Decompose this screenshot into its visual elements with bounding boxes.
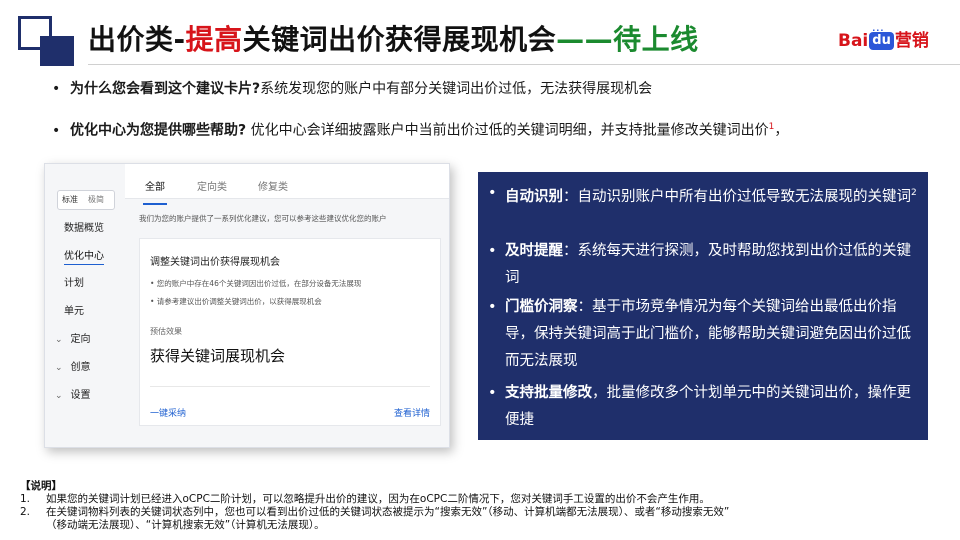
- footnotes: 【说明】 1. 如果您的关键词计划已经进入oCPC二阶计划，可以忽略提升出价的建议…: [20, 480, 729, 532]
- square-filled-icon: [40, 36, 74, 66]
- bullet-answer: 优化中心会详细披露账户中当前出价过低的关键词明细，并支持批量修改关键词出价: [250, 122, 769, 139]
- bullet-dot-icon: •: [488, 299, 497, 315]
- note-text: （移动端无法展现）、“计算机搜索无效”（计算机无法展现）。: [46, 519, 325, 531]
- logo-du-badge: ··· du: [869, 26, 894, 50]
- footnote-ref: 2: [911, 188, 917, 198]
- card-title: 调整关键词出价获得展现机会: [150, 257, 280, 268]
- intro-bullet-help: • 优化中心为您提供哪些帮助? 优化中心会详细披露账户中当前出价过低的关键词明细，…: [52, 117, 788, 141]
- sidebar-item-overview[interactable]: 数据概览: [64, 219, 104, 234]
- card-estimate-value: 获得关键词展现机会: [150, 347, 286, 365]
- chevron-down-icon: ⌄: [55, 363, 63, 373]
- suggestion-card: 调整关键词出价获得展现机会 • 您的账户中存在46个关键词因出价过低，在部分设备…: [139, 238, 441, 426]
- feature-keyword: 支持批量修改: [505, 385, 592, 401]
- card-detail-line: • 您的账户中存在46个关键词因出价过低，在部分设备无法展现: [150, 279, 362, 288]
- decorative-squares-icon: [18, 16, 76, 66]
- sidebar-sub-label: 设置: [70, 390, 91, 401]
- sidebar-item-targeting[interactable]: ⌄ 定向: [55, 330, 91, 345]
- sidebar-item-settings[interactable]: ⌄ 设置: [55, 386, 91, 401]
- feature-threshold-insight: • 门槛价洞察：基于市场竞争情况为每个关键词给出最低出价指导，保持关键词高于此门…: [488, 294, 918, 375]
- title-part-category: 出价类-: [88, 23, 186, 56]
- notes-heading: 【说明】: [20, 480, 62, 492]
- main-area: 全部 定向类 修复类 我们为您的账户提供了一系列优化建议，您可以参考这些建议优化…: [125, 164, 449, 447]
- logo-text-ying: 营销: [894, 31, 929, 51]
- tab-bar: 全部 定向类 修复类: [125, 164, 449, 205]
- mode-toggle[interactable]: 标准 极简: [57, 190, 115, 210]
- adopt-all-link[interactable]: 一键采纳: [150, 406, 186, 419]
- card-detail-line: • 请参考建议出价调整关键词出价，以获得展现机会: [150, 297, 322, 306]
- feature-separator: ，: [592, 385, 607, 401]
- feature-auto-identify: • 自动识别：自动识别账户中所有出价过低导致无法展现的关键词2: [488, 180, 918, 211]
- note-item: （移动端无法展现）、“计算机搜索无效”（计算机无法展现）。: [20, 519, 729, 532]
- feature-keyword: 及时提醒: [505, 243, 563, 259]
- tab-targeting[interactable]: 定向类: [197, 178, 227, 193]
- feature-separator: ：: [577, 299, 593, 315]
- sidebar: 标准 极简 数据概览 优化中心 计划 单元 ⌄ 定向 ⌄ 创意 ⌄ 设置: [45, 164, 125, 447]
- title-part-status: ——待上线: [556, 23, 699, 56]
- feature-timely-reminder: • 及时提醒：系统每天进行探测，及时帮助您找到出价过低的关键词: [488, 238, 918, 292]
- tab-all[interactable]: 全部: [143, 178, 167, 205]
- chevron-down-icon: ⌄: [55, 335, 63, 345]
- feature-separator: ：: [563, 243, 578, 259]
- note-item: 1. 如果您的关键词计划已经进入oCPC二阶计划，可以忽略提升出价的建议，因为在o…: [20, 493, 729, 506]
- note-text: 如果您的关键词计划已经进入oCPC二阶计划，可以忽略提升出价的建议，因为在oCP…: [46, 493, 710, 505]
- mode-simple[interactable]: 极简: [88, 194, 104, 205]
- title-part-main: 关键词出价获得展现机会: [242, 23, 557, 56]
- sidebar-item-unit[interactable]: 单元: [64, 302, 84, 317]
- title-divider: [88, 64, 960, 65]
- bullet-dot-icon: •: [52, 81, 61, 97]
- sidebar-item-creative[interactable]: ⌄ 创意: [55, 358, 91, 373]
- title-part-highlight: 提高: [185, 23, 243, 56]
- tab-repair[interactable]: 修复类: [258, 178, 288, 193]
- note-number: 1.: [20, 493, 31, 505]
- sidebar-sub-label: 定向: [70, 334, 91, 345]
- note-item: 2. 在关键词物料列表的关键词状态列中，您也可以看到出价过低的关键词状态被提示为“…: [20, 506, 729, 519]
- page-title: 出价类-提高关键词出价获得展现机会——待上线: [88, 18, 699, 62]
- sidebar-item-optimization[interactable]: 优化中心: [64, 247, 104, 265]
- chevron-down-icon: ⌄: [55, 391, 63, 401]
- feature-keyword: 门槛价洞察: [505, 299, 578, 315]
- note-number: 2.: [20, 506, 31, 518]
- feature-keyword: 自动识别: [505, 188, 563, 205]
- note-text: 在关键词物料列表的关键词状态列中，您也可以看到出价过低的关键词状态被提示为“搜索…: [46, 506, 730, 518]
- feature-separator: ：: [563, 188, 578, 205]
- features-box: • 自动识别：自动识别账户中所有出价过低导致无法展现的关键词2 • 及时提醒：系…: [478, 172, 928, 440]
- intro-bullet-why: • 为什么您会看到这个建议卡片?系统发现您的账户中有部分关键词出价过低，无法获得展…: [52, 79, 652, 99]
- feature-text: 自动识别账户中所有出价过低导致无法展现的关键词: [577, 188, 912, 205]
- sidebar-sub-label: 创意: [70, 362, 91, 373]
- baidu-marketing-logo: Bai ··· du 营销: [838, 26, 929, 56]
- bullet-question: 优化中心为您提供哪些帮助?: [70, 122, 247, 139]
- bullet-question: 为什么您会看到这个建议卡片?: [70, 81, 261, 97]
- bullet-dot-icon: •: [488, 385, 497, 401]
- view-details-link[interactable]: 查看详情: [394, 406, 430, 419]
- card-divider: [150, 386, 430, 387]
- optimization-center-screenshot: 标准 极简 数据概览 优化中心 计划 单元 ⌄ 定向 ⌄ 创意 ⌄ 设置 全部 定向类…: [44, 163, 450, 448]
- bullet-dot-icon: •: [488, 243, 497, 259]
- logo-text-bai: Bai: [838, 31, 869, 51]
- bullet-dot-icon: •: [488, 185, 497, 201]
- page-description: 我们为您的账户提供了一系列优化建议，您可以参考这些建议优化您的账户: [139, 214, 387, 223]
- bullet-tail: ，: [774, 122, 789, 139]
- feature-batch-edit: • 支持批量修改，批量修改多个计划单元中的关键词出价，操作更便捷: [488, 380, 918, 434]
- paw-icon: ···: [872, 26, 885, 35]
- card-estimate-label: 预估效果: [150, 327, 182, 336]
- bullet-dot-icon: •: [52, 122, 61, 139]
- sidebar-item-plan[interactable]: 计划: [64, 274, 84, 289]
- mode-standard[interactable]: 标准: [62, 194, 78, 205]
- bullet-answer: 系统发现您的账户中有部分关键词出价过低，无法获得展现机会: [260, 81, 653, 97]
